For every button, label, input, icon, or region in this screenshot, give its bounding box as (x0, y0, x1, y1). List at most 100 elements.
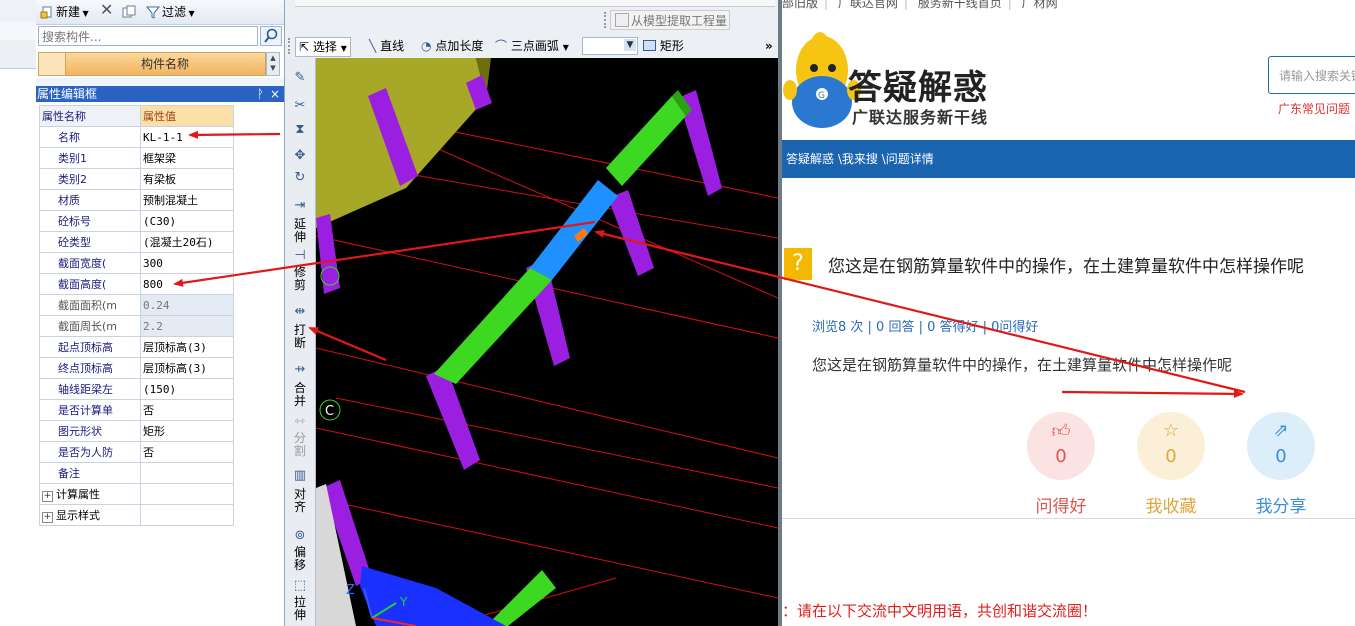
property-value[interactable]: (C30) (140, 210, 234, 232)
property-row[interactable]: 终点顶标高 层顶标高(3) (39, 357, 234, 379)
property-value[interactable]: (混凝土20石) (140, 231, 234, 253)
select-button[interactable]: ⇱ 选择 ▼ (295, 37, 351, 57)
line-button[interactable]: ╲ 直线 (369, 37, 404, 55)
offset-icon[interactable]: ⊚ (291, 528, 309, 544)
property-row[interactable]: 名称 KL-1-1 (39, 126, 234, 148)
draw-mode-select[interactable]: ▼ (582, 37, 638, 55)
trim-icon[interactable]: ⊣ (291, 248, 309, 264)
extract-from-model-button[interactable]: 从模型提取工程量 (610, 10, 730, 30)
line-icon: ╲ (369, 39, 377, 53)
break-icon[interactable]: ⇹ (291, 304, 309, 320)
property-row[interactable]: 是否计算单否 (39, 399, 234, 421)
delete-icon[interactable]: ✕ (100, 1, 113, 19)
breadcrumb[interactable]: 答疑解惑 \我来搜 \问题详情 (786, 140, 934, 178)
property-value[interactable]: 2.2 (140, 315, 234, 337)
property-row[interactable]: 材质 预制混凝土 (39, 189, 234, 211)
property-row[interactable]: 截面面积(m 0.24 (39, 294, 234, 316)
extract-from-model-label: 从模型提取工程量 (631, 14, 728, 28)
close-icon[interactable]: × (270, 86, 280, 102)
expand-icon[interactable]: + (42, 512, 53, 523)
property-row[interactable]: 图元形状 矩形 (39, 420, 234, 442)
property-value[interactable]: 800 (140, 273, 234, 295)
share-label[interactable]: 我分享 (1241, 492, 1321, 517)
trim-button[interactable]: 修剪 (293, 266, 307, 292)
offset-button[interactable]: 偏移 (293, 546, 307, 572)
merge-icon[interactable]: ⇸ (291, 362, 309, 378)
top-link-material-site[interactable]: 广材网 (1022, 0, 1058, 10)
top-link-old-version[interactable]: 部旧版 (782, 0, 818, 10)
property-group[interactable]: + 计算属性 (39, 483, 141, 505)
property-value[interactable]: 层顶标高(3) (140, 336, 234, 358)
mirror-icon[interactable]: ⧗ (291, 122, 309, 138)
property-value[interactable]: 有梁板 (140, 168, 234, 190)
property-row[interactable]: 截面高度(800 (39, 273, 234, 295)
extend-button[interactable]: 延伸 (293, 218, 307, 244)
align-icon[interactable]: ▥ (291, 468, 309, 484)
rectangle-button[interactable]: 矩形 (643, 37, 684, 55)
property-value[interactable]: 框架梁 (140, 147, 234, 169)
break-button[interactable]: 打断 (293, 324, 307, 350)
expand-icon[interactable]: + (42, 491, 53, 502)
rotate-icon[interactable]: ↻ (291, 170, 309, 186)
property-row[interactable]: 是否为人防否 (39, 441, 234, 463)
point-length-button[interactable]: ◔ 点加长度 (421, 37, 483, 55)
share-button[interactable]: ⇗ 0 (1247, 412, 1315, 480)
move-icon[interactable]: ✥ (291, 148, 309, 164)
property-name: 截面周长(m (39, 315, 141, 337)
property-row[interactable]: 砼类型 (混凝土20石) (39, 231, 234, 253)
stretch-icon[interactable]: ⬚ (291, 578, 309, 594)
property-value[interactable]: 层顶标高(3) (140, 357, 234, 379)
property-value[interactable]: (150) (140, 378, 234, 400)
three-point-arc-button[interactable]: ⌒ 三点画弧 ▼ (495, 37, 569, 55)
property-row[interactable]: 起点顶标高 层顶标高(3) (39, 336, 234, 358)
filter-button[interactable]: 过滤 ▼ (146, 3, 195, 21)
property-row[interactable]: 类别2 有梁板 (39, 168, 234, 190)
property-row[interactable]: 截面周长(m 2.2 (39, 315, 234, 337)
strip-row[interactable] (0, 22, 36, 41)
favorite-button[interactable]: ☆ 0 (1137, 412, 1205, 480)
column-header-value: 属性值 (140, 105, 234, 127)
toolbar-overflow-button[interactable]: » (765, 37, 773, 55)
favorite-label[interactable]: 我收藏 (1131, 492, 1211, 517)
property-value[interactable]: 0.24 (140, 294, 234, 316)
new-button[interactable]: 新建 ▼ (40, 3, 89, 21)
property-row[interactable]: 类别1 框架梁 (39, 147, 234, 169)
stretch-button[interactable]: 拉伸 (293, 596, 307, 622)
scissors-icon[interactable]: ✂ (291, 98, 309, 114)
property-group-row[interactable]: + 计算属性 (39, 483, 234, 505)
property-value[interactable]: 否 (140, 399, 234, 421)
property-value[interactable]: 否 (140, 441, 234, 463)
ask-good-button[interactable]: 👍︎ 0 (1027, 412, 1095, 480)
faq-link[interactable]: 广东常见问题 (1278, 100, 1350, 117)
property-row[interactable]: 截面宽度(300 (39, 252, 234, 274)
property-row[interactable]: 轴线距梁左 (150) (39, 378, 234, 400)
align-button[interactable]: 对齐 (293, 488, 307, 514)
property-row[interactable]: 备注 (39, 462, 234, 484)
property-value[interactable] (140, 462, 234, 484)
property-value[interactable]: 300 (140, 252, 234, 274)
strip-row[interactable] (0, 40, 36, 69)
property-row[interactable]: 砼标号 (C30) (39, 210, 234, 232)
component-list-header[interactable]: 构件名称 (38, 52, 266, 76)
ask-good-label[interactable]: 问得好 (1021, 492, 1101, 517)
top-link-official-site[interactable]: 广联达官网 (838, 0, 898, 10)
property-group-row[interactable]: + 显示样式 (39, 504, 234, 526)
extend-icon[interactable]: ⇥ (291, 198, 309, 214)
property-value[interactable]: KL-1-1 (140, 126, 234, 148)
component-search-input[interactable]: 搜索构件... (38, 26, 258, 46)
property-group[interactable]: + 显示样式 (39, 504, 141, 526)
pin-icon[interactable]: ᚹ (257, 86, 264, 102)
copy-icon[interactable] (122, 3, 138, 21)
property-value[interactable]: 矩形 (140, 420, 234, 442)
3d-viewport[interactable]: C Z Y (316, 58, 778, 626)
merge-button[interactable]: 合并 (293, 382, 307, 408)
site-search-input[interactable]: 请输入搜索关键 (1268, 56, 1355, 94)
component-list-scrollbar[interactable]: ▲ ▼ (266, 52, 280, 76)
property-name: 是否为人防 (39, 441, 141, 463)
brush-icon[interactable]: ✎ (291, 70, 309, 86)
split-button[interactable]: 分割 (293, 432, 307, 458)
search-button[interactable] (260, 26, 282, 46)
property-value[interactable]: 预制混凝土 (140, 189, 234, 211)
header-check-cell[interactable] (39, 53, 66, 75)
top-link-service-home[interactable]: 服务新干线首页 (918, 0, 1002, 10)
